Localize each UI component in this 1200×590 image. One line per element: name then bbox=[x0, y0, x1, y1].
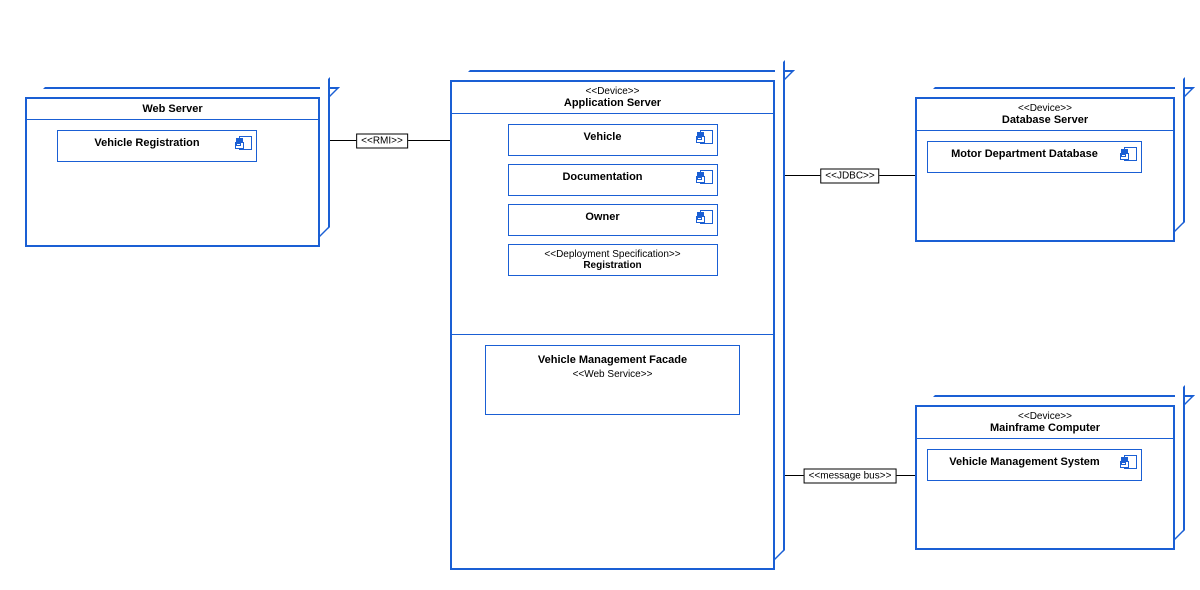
db-server-header: <<Device>> Database Server bbox=[917, 99, 1173, 131]
component-owner: Owner bbox=[508, 204, 718, 236]
connector-rmi-label: <<RMI>> bbox=[356, 134, 408, 149]
divider bbox=[452, 334, 773, 335]
component-label: Vehicle bbox=[584, 131, 622, 143]
mainframe-header: <<Device>> Mainframe Computer bbox=[917, 407, 1173, 439]
node-app-server: <<Device>> Application Server Vehicle Do… bbox=[450, 80, 775, 570]
connector-rmi: <<RMI>> bbox=[330, 140, 450, 141]
component-label: Vehicle Management System bbox=[949, 456, 1099, 468]
mainframe-stereotype: <<Device>> bbox=[921, 411, 1169, 422]
db-server-title: Database Server bbox=[1002, 114, 1088, 126]
app-server-stereotype: <<Device>> bbox=[456, 86, 769, 97]
spec-stereotype: <<Deployment Specification>> bbox=[513, 249, 713, 260]
service-name: Vehicle Management Facade bbox=[538, 354, 687, 366]
connector-msgbus: <<message bus>> bbox=[785, 475, 915, 476]
component-label: Owner bbox=[585, 211, 619, 223]
component-motor-db: Motor Department Database bbox=[927, 141, 1142, 173]
component-label: Motor Department Database bbox=[951, 148, 1098, 160]
component-vehicle-registration: Vehicle Registration bbox=[57, 130, 257, 162]
web-server-title-text: Web Server bbox=[142, 103, 202, 115]
db-server-stereotype: <<Device>> bbox=[921, 103, 1169, 114]
connector-msgbus-label: <<message bus>> bbox=[804, 469, 897, 484]
component-icon bbox=[697, 130, 711, 142]
connector-jdbc-label: <<JDBC>> bbox=[820, 169, 879, 184]
component-label: Documentation bbox=[562, 171, 642, 183]
component-icon bbox=[236, 136, 250, 148]
web-server-title: Web Server bbox=[27, 99, 318, 120]
connector-jdbc: <<JDBC>> bbox=[785, 175, 915, 176]
component-icon bbox=[697, 210, 711, 222]
component-documentation: Documentation bbox=[508, 164, 718, 196]
mainframe-title: Mainframe Computer bbox=[990, 422, 1100, 434]
app-server-title: Application Server bbox=[564, 97, 661, 109]
component-icon bbox=[1121, 455, 1135, 467]
spec-name: Registration bbox=[583, 260, 641, 271]
component-icon bbox=[697, 170, 711, 182]
node-db-server: <<Device>> Database Server Motor Departm… bbox=[915, 97, 1175, 242]
component-vehicle: Vehicle bbox=[508, 124, 718, 156]
component-icon bbox=[1121, 147, 1135, 159]
component-label: Vehicle Registration bbox=[94, 137, 199, 149]
node-web-server: Web Server Vehicle Registration bbox=[25, 97, 320, 247]
service-vehicle-management-facade: Vehicle Management Facade <<Web Service>… bbox=[485, 345, 740, 415]
component-vms: Vehicle Management System bbox=[927, 449, 1142, 481]
app-server-header: <<Device>> Application Server bbox=[452, 82, 773, 114]
spec-registration: <<Deployment Specification>> Registratio… bbox=[508, 244, 718, 276]
service-stereotype: <<Web Service>> bbox=[494, 369, 731, 380]
node-mainframe: <<Device>> Mainframe Computer Vehicle Ma… bbox=[915, 405, 1175, 550]
